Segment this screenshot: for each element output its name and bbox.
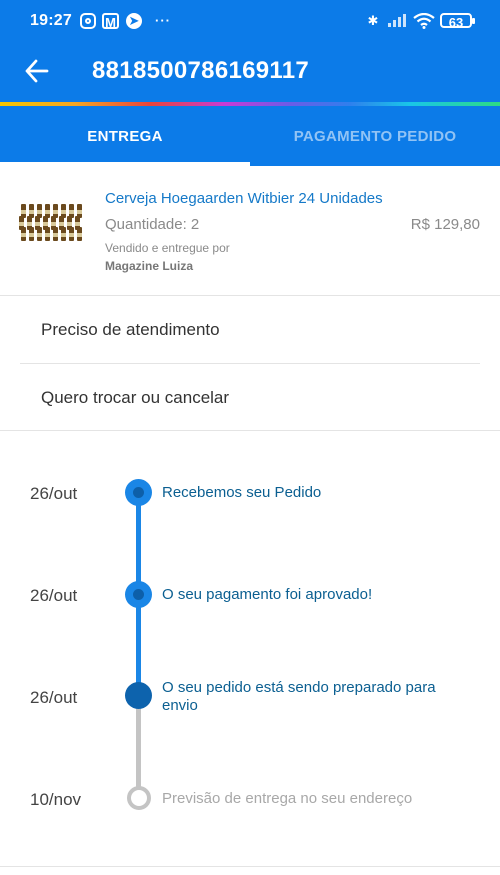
status-time: 19:27 xyxy=(30,12,72,29)
app-header: 19:27 M ➤ ··· ✱ 63 8818500786169117 xyxy=(0,0,500,103)
tab-entrega[interactable]: ENTREGA xyxy=(0,106,250,166)
timeline-step-pending-icon xyxy=(127,786,151,810)
timeline-date: 26/out xyxy=(30,586,78,605)
timeline-step-done-icon xyxy=(125,479,152,506)
timeline-event: Previsão de entrega no seu endereço xyxy=(162,790,413,807)
timeline-event: O seu pagamento foi aprovado! xyxy=(162,586,373,603)
product-price: R$ 129,80 xyxy=(410,216,480,233)
timeline-date: 26/out xyxy=(30,688,78,707)
instagram-icon xyxy=(80,13,96,29)
timeline-step-current-icon xyxy=(125,682,152,709)
signal-icon xyxy=(388,13,406,29)
timeline-date: 10/nov xyxy=(30,790,82,809)
menu-quero-trocar-ou-cancelar[interactable]: Quero trocar ou cancelar xyxy=(20,364,480,432)
tab-bar: ENTREGA PAGAMENTO PEDIDO xyxy=(0,106,500,166)
back-arrow-icon[interactable] xyxy=(24,58,50,84)
timeline-pending-line xyxy=(136,695,141,798)
timeline-event: O seu pedido está sendo preparado para e… xyxy=(162,679,436,714)
menu-preciso-de-atendimento[interactable]: Preciso de atendimento xyxy=(20,296,480,364)
tab-pagamento-pedido[interactable]: PAGAMENTO PEDIDO xyxy=(250,106,500,166)
product-item[interactable]: Cerveja Hoegaarden Witbier 24 Unidades Q… xyxy=(0,166,500,296)
more-notifications-icon: ··· xyxy=(155,13,171,28)
wifi-icon xyxy=(413,13,435,29)
bluetooth-icon: ✱ xyxy=(367,13,379,28)
timeline-date: 26/out xyxy=(30,484,78,503)
timeline-event: Recebemos seu Pedido xyxy=(162,484,322,501)
product-quantity: Quantidade: 2 xyxy=(105,216,200,233)
order-number-title: 8818500786169117 xyxy=(92,57,310,84)
product-name[interactable]: Cerveja Hoegaarden Witbier 24 Unidades xyxy=(105,190,383,207)
timeline-step-done-icon xyxy=(125,581,152,608)
bottom-divider xyxy=(0,866,500,867)
status-bar: 19:27 M ➤ ··· ✱ 63 xyxy=(0,0,500,44)
battery-icon: 63 xyxy=(440,13,475,30)
section-divider xyxy=(0,430,500,431)
seller-label: Vendido e entregue por xyxy=(105,241,230,255)
product-thumbnail xyxy=(19,204,82,241)
gmail-icon: M xyxy=(102,13,119,30)
seller-name: Magazine Luiza xyxy=(105,259,194,273)
telegram-icon: ➤ xyxy=(126,13,142,29)
